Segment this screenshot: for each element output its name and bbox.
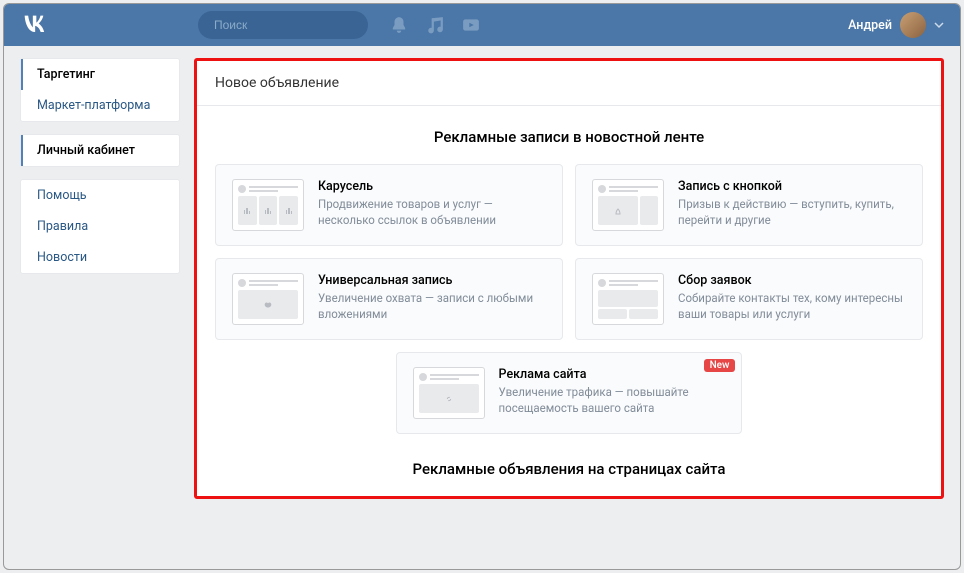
search-input[interactable] (214, 18, 369, 32)
sidebar-item-market-platform[interactable]: Маркет-платформа (21, 90, 179, 121)
card-title: Сбор заявок (678, 273, 906, 288)
thumb-universal (232, 273, 304, 325)
sidebar-item-news[interactable]: Новости (21, 242, 179, 273)
music-icon[interactable] (426, 16, 444, 34)
card-title: Универсальная запись (318, 273, 546, 288)
chevron-down-icon (934, 20, 944, 30)
thumb-carousel (232, 179, 304, 231)
card-title: Запись с кнопкой (678, 179, 906, 194)
sidebar-item-label: Личный кабинет (37, 143, 135, 158)
ad-card-button-post[interactable]: Запись с кнопкой Призыв к действию — всту… (575, 164, 923, 246)
sidebar-item-label: Помощь (37, 188, 87, 203)
vk-logo[interactable] (20, 11, 48, 39)
card-desc: Собирайте контакты тех, кому интересны в… (678, 291, 906, 322)
card-title: Карусель (318, 179, 546, 194)
top-bar: Андрей (4, 4, 960, 46)
card-desc: Призыв к действию — вступить, купить, пе… (678, 197, 906, 228)
username: Андрей (848, 18, 892, 33)
sidebar-item-label: Правила (37, 219, 88, 234)
page-title: Новое объявление (197, 61, 941, 106)
ad-card-leads[interactable]: Сбор заявок Собирайте контакты тех, кому … (575, 258, 923, 340)
section-title-pages: Рекламные объявления на страницах сайта (197, 434, 941, 496)
sidebar-item-rules[interactable]: Правила (21, 211, 179, 242)
card-desc: Продвижение товаров и услуг — несколько … (318, 197, 546, 228)
sidebar: Таргетинг Маркет-платформа Личный кабине… (20, 58, 180, 499)
ad-card-universal[interactable]: Универсальная запись Увеличение охвата — … (215, 258, 563, 340)
card-desc: Увеличение трафика — повышайте посещаемо… (499, 385, 726, 416)
card-desc: Увеличение охвата — записи с любыми влож… (318, 291, 546, 322)
sidebar-item-account[interactable]: Личный кабинет (21, 135, 179, 166)
sidebar-item-label: Маркет-платформа (37, 98, 150, 113)
thumb-site (413, 367, 485, 419)
ad-card-carousel[interactable]: Карусель Продвижение товаров и услуг — не… (215, 164, 563, 246)
sidebar-item-label: Новости (37, 250, 87, 265)
sidebar-item-label: Таргетинг (37, 67, 95, 82)
user-menu[interactable]: Андрей (848, 12, 944, 38)
thumb-leads (592, 273, 664, 325)
card-title: Реклама сайта (499, 367, 726, 382)
section-title-feed: Рекламные записи в новостной ленте (197, 106, 941, 164)
avatar (900, 12, 926, 38)
search-box[interactable] (198, 11, 368, 39)
new-badge: New (704, 359, 736, 372)
sidebar-item-help[interactable]: Помощь (21, 180, 179, 211)
notifications-icon[interactable] (390, 16, 408, 34)
sidebar-item-targeting[interactable]: Таргетинг (21, 59, 179, 90)
main-panel: Новое объявление Рекламные записи в ново… (194, 58, 944, 499)
ad-card-site[interactable]: New Реклама сайта Увеличение трафика — по… (396, 352, 743, 434)
thumb-button-post (592, 179, 664, 231)
video-icon[interactable] (462, 16, 480, 34)
